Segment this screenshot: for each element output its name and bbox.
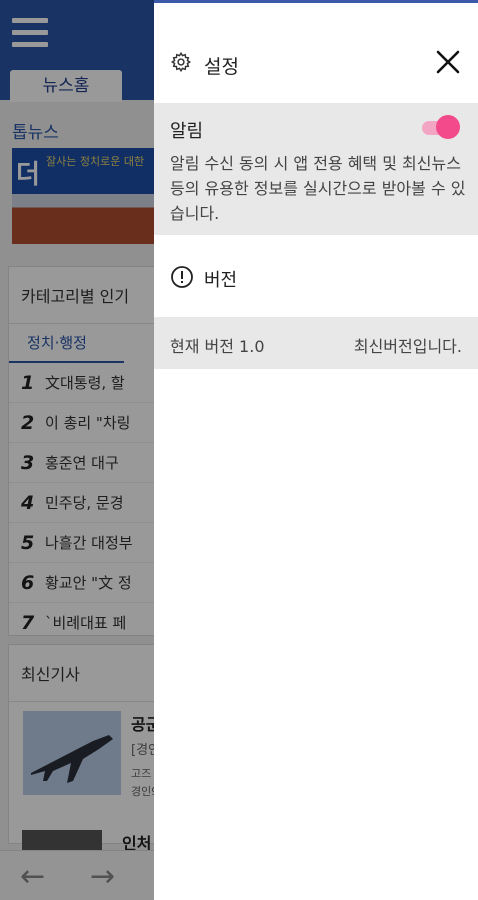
alarm-label: 알림 — [170, 121, 204, 142]
close-icon[interactable] — [434, 48, 462, 76]
alarm-section: 알림 알림 수신 동의 시 앱 전용 혜택 및 최신뉴스 등의 유용한 정보를 … — [154, 103, 478, 235]
alarm-toggle[interactable] — [422, 115, 462, 139]
version-status: 최신버전입니다. — [353, 337, 462, 356]
version-row: 현재 버전 1.0 최신버전입니다. — [154, 317, 478, 369]
gear-icon — [170, 51, 192, 73]
info-icon — [171, 266, 193, 288]
version-header: 버전 — [154, 235, 478, 315]
current-version: 현재 버전 1.0 — [170, 337, 265, 356]
version-label: 버전 — [204, 270, 238, 291]
alarm-description: 알림 수신 동의 시 앱 전용 혜택 및 최신뉴스 등의 유용한 정보를 실시간… — [170, 154, 466, 223]
drawer-title: 설정 — [204, 56, 239, 78]
drawer-header: 설정 — [154, 3, 478, 103]
settings-drawer: 설정 알림 알림 수신 동의 시 앱 전용 혜택 및 최신뉴스 등의 유용한 정… — [154, 0, 478, 900]
toggle-knob — [436, 115, 460, 139]
